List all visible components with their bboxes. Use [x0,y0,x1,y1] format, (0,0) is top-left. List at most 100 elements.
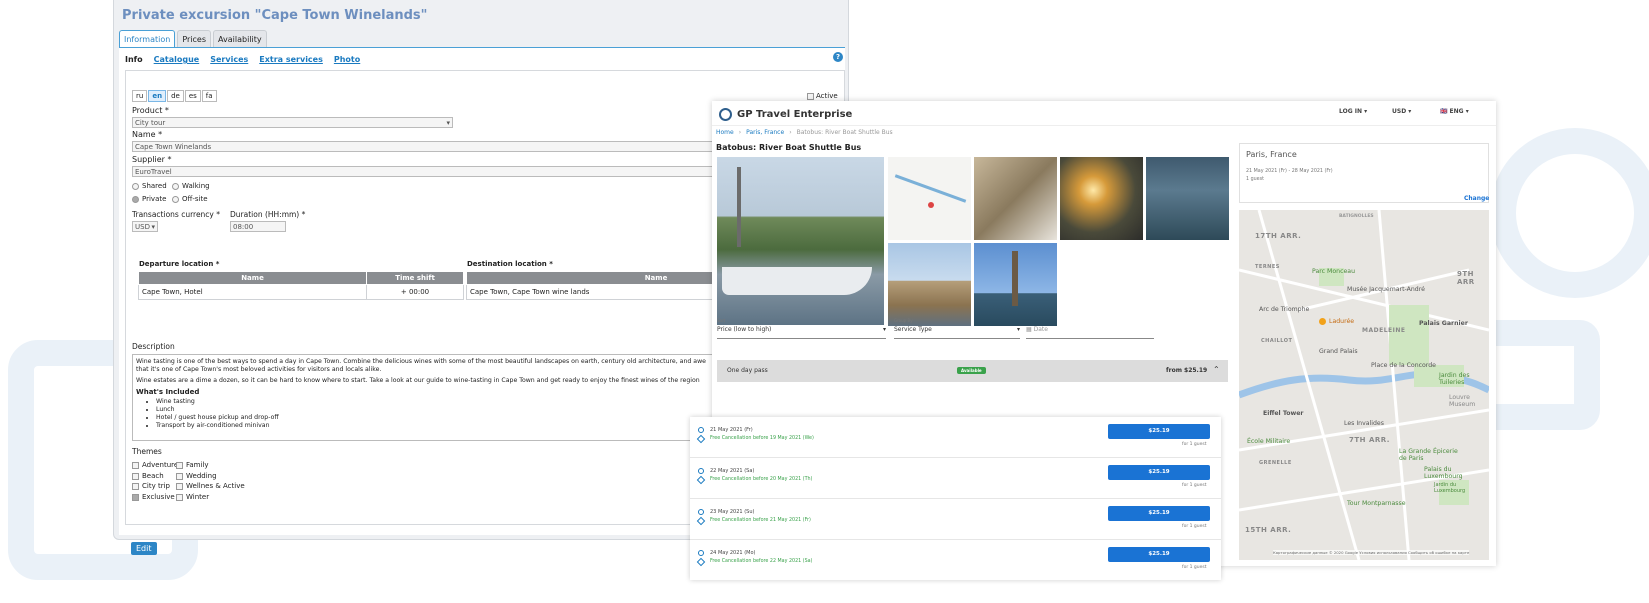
lang-en[interactable]: en [148,90,167,102]
book-price-button[interactable]: $25.19 [1108,547,1210,562]
gallery-photo-3[interactable] [974,157,1057,240]
checkbox-icon [132,493,139,501]
list-item: 24 May 2021 (Mo) Free Cancellation befor… [690,540,1221,581]
edit-button[interactable]: Edit [131,542,157,555]
help-icon[interactable]: ? [833,52,843,62]
book-price-button[interactable]: $25.19 [1108,465,1210,480]
tag-icon [696,516,706,526]
theme-winter[interactable]: Winter [176,493,209,501]
breadcrumb-current: Batobus: River Boat Shuttle Bus [796,129,893,136]
dates-list-panel: 21 May 2021 (Fr) Free Cancellation befor… [690,417,1221,580]
chevron-down-icon: ▾ [1016,326,1020,333]
background-decoration [1490,128,1649,298]
gallery-photo-7[interactable] [974,243,1057,326]
lang-ru[interactable]: ru [132,90,148,102]
theme-adventure[interactable]: Adventure [132,461,178,469]
table-row[interactable]: Cape Town, Hotel + 00:00 [138,284,464,300]
map-pin-icon[interactable] [1319,318,1326,325]
radio-icon [132,195,139,203]
breadcrumb-city[interactable]: Paris, France [746,129,784,136]
map-river-line [894,174,967,203]
service-row[interactable]: One day pass Available from $25.19 ⌃ [717,360,1228,382]
lang-de[interactable]: de [167,90,184,102]
radio-icon [172,195,179,203]
checkbox-icon [132,472,139,480]
option-off-site[interactable]: Off-site [172,195,208,203]
theme-beach[interactable]: Beach [132,472,164,480]
name-label: Name * [132,130,163,139]
map-view[interactable]: 17TH ARR. BATIGNOLLES TERNES Parc Moncea… [1239,210,1489,560]
theme-family[interactable]: Family [176,461,209,469]
theme-wedding[interactable]: Wedding [176,472,217,480]
chevron-down-icon: ▾ [882,326,886,333]
subnav-catalogue[interactable]: Catalogue [154,55,200,64]
duration-input[interactable]: 08:00 [230,221,286,232]
chevron-down-icon: ▾ [446,119,450,127]
option-walking[interactable]: Walking [172,182,210,190]
radio-icon [132,182,139,190]
duration-label: Duration (HH:mm) * [230,210,306,219]
language-menu[interactable]: 🇬🇧 ENG ▾ [1440,108,1469,115]
gallery-photo-6[interactable] [888,243,971,326]
theme-wellnes-active[interactable]: Wellnes & Active [176,482,245,490]
sort-select[interactable]: Sort Price (low to high) ▾ [717,318,886,339]
map-pin-icon [928,202,934,208]
subnav-info: Info [125,55,143,64]
group-by-select[interactable]: Group By Service Type ▾ [894,318,1020,339]
col-time-shift: Time shift [366,271,464,285]
col-name: Name [138,271,367,285]
change-button[interactable]: Change [1464,195,1489,202]
gallery-photo-map[interactable] [888,157,971,240]
description-label: Description [132,342,175,351]
currency-menu[interactable]: USD ▾ [1392,108,1411,115]
page-title: Private excursion "Cape Town Winelands" [122,8,428,23]
product-title: Batobus: River Boat Shuttle Bus [716,143,862,152]
checkbox-icon [807,92,814,100]
gallery-photo-4[interactable] [1060,157,1143,240]
product-label: Product * [132,106,169,115]
subnav-services[interactable]: Services [210,55,248,64]
clock-icon [698,550,704,556]
currency-select[interactable]: USD ▾ [132,221,158,232]
status-badge: Available [957,367,986,374]
theme-city-trip[interactable]: City trip [132,482,170,490]
boat-silhouette [722,267,872,295]
departure-title: Departure location * [139,260,220,268]
breadcrumb-home[interactable]: Home [716,129,734,136]
checkbox-icon [132,482,139,490]
option-private[interactable]: Private [132,195,166,203]
breadcrumb: Home › Paris, France › Batobus: River Boat… [716,129,893,136]
product-select[interactable]: City tour ▾ [132,117,453,128]
themes-label: Themes [132,447,162,456]
list-item: 21 May 2021 (Fr) Free Cancellation befor… [690,417,1221,458]
calendar-icon: ▦ [1026,326,1034,333]
tag-icon [696,475,706,485]
option-shared[interactable]: Shared [132,182,167,190]
lang-fa[interactable]: fa [201,90,217,102]
checkbox-icon [176,461,183,469]
chevron-up-icon[interactable]: ⌃ [1213,365,1220,374]
brand-logo[interactable]: GP Travel Enterprise [719,108,852,121]
list-item: 22 May 2021 (Sa) Free Cancellation befor… [690,458,1221,499]
subnav-extra-services[interactable]: Extra services [259,55,323,64]
brand-eye-icon [719,108,732,121]
language-switcher: ru en de es fa [132,90,217,102]
book-price-button[interactable]: $25.19 [1108,424,1210,439]
clock-icon [698,509,704,515]
list-item: 23 May 2021 (Su) Free Cancellation befor… [690,499,1221,540]
currency-label: Transactions currency * [132,210,221,219]
lang-es[interactable]: es [184,90,201,102]
gallery-photo-5[interactable] [1146,157,1229,240]
active-checkbox[interactable]: Active [807,92,838,100]
date-input[interactable]: ▦ Date [1026,323,1154,339]
gallery-photo-main[interactable] [717,157,884,325]
checkbox-icon [176,482,183,490]
book-price-button[interactable]: $25.19 [1108,506,1210,521]
supplier-label: Supplier * [132,155,172,164]
clock-icon [698,427,704,433]
login-menu[interactable]: LOG IN ▾ [1339,108,1367,115]
subnav-photo[interactable]: Photo [334,55,360,64]
checkbox-icon [176,472,183,480]
search-summary-card: Paris, France 21 May 2021 (Fr) - 28 May … [1239,143,1489,203]
theme-exclusive[interactable]: Exclusive [132,493,175,501]
